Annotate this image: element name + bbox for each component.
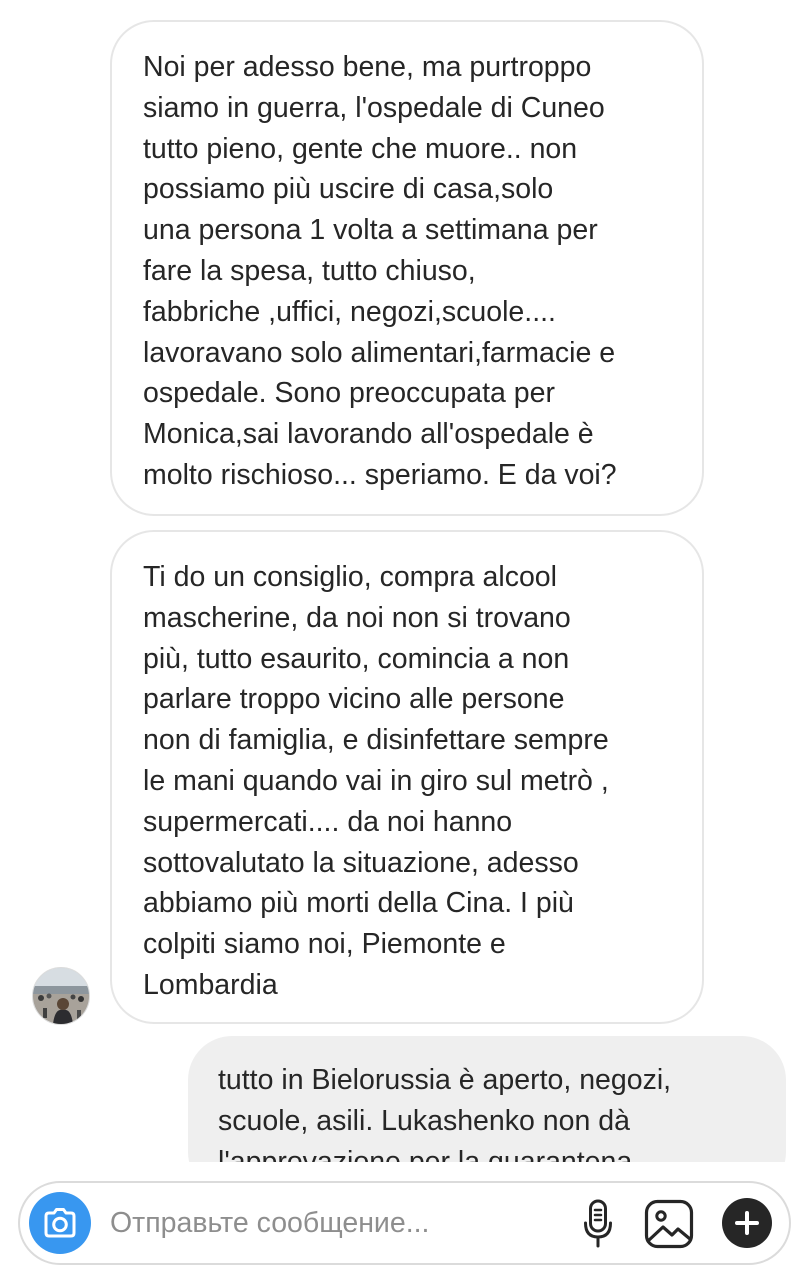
microphone-icon: [584, 1199, 612, 1248]
message-bubble-incoming[interactable]: Noi per adesso bene, ma purtroppo siamo …: [110, 20, 704, 516]
camera-button[interactable]: [29, 1192, 91, 1254]
add-button[interactable]: [722, 1198, 772, 1248]
message-input[interactable]: [110, 1203, 550, 1243]
avatar-photo: [33, 968, 89, 1024]
message-thread[interactable]: Noi per adesso bene, ma purtroppo siamo …: [0, 0, 808, 1162]
voice-message-button[interactable]: [573, 1197, 623, 1251]
message-bubble-outgoing[interactable]: tutto in Bielorussia è aperto, negozi, s…: [188, 1036, 786, 1162]
gallery-button[interactable]: [642, 1197, 696, 1251]
gallery-icon: [644, 1199, 694, 1249]
avatar[interactable]: [32, 967, 90, 1025]
plus-icon: [735, 1211, 759, 1235]
message-composer: [18, 1181, 791, 1265]
camera-icon: [44, 1208, 76, 1238]
message-bubble-incoming[interactable]: Ti do un consiglio, compra alcool masche…: [110, 530, 704, 1024]
